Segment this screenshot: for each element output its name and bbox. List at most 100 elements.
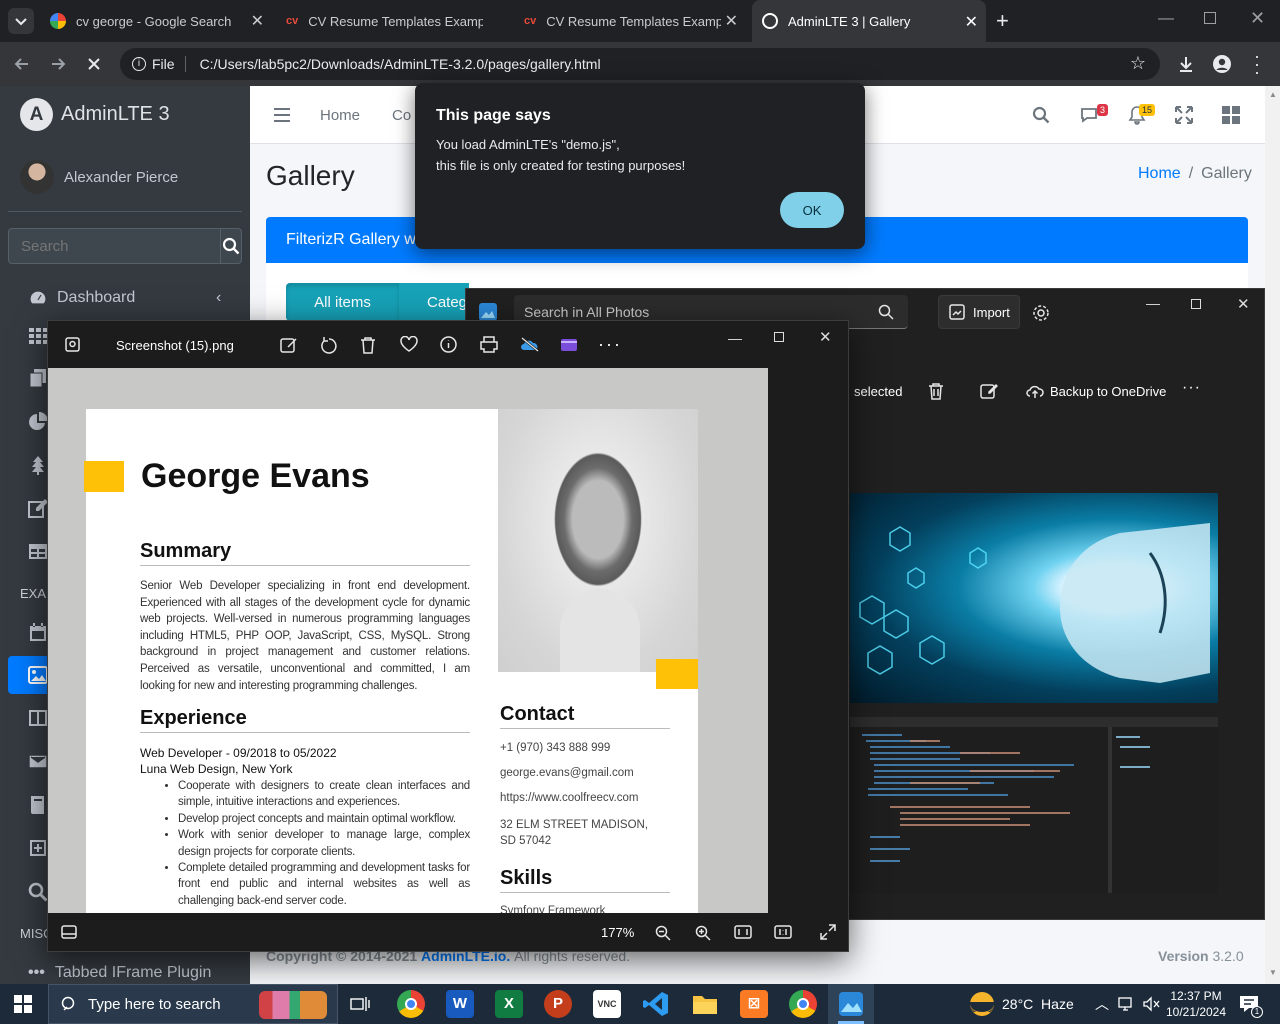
chevron-up-icon[interactable]: ︿ [1095,994,1109,1014]
calendar-icon[interactable] [28,622,48,642]
more-menu-icon[interactable]: · · · [1254,47,1260,81]
chrome-2-taskbar-icon[interactable] [789,990,817,1018]
actual-size-icon[interactable] [774,925,792,939]
edit-icon[interactable] [28,498,48,518]
zoom-out-icon[interactable] [655,925,671,941]
more-options-icon[interactable]: ··· [1182,379,1201,397]
taskbar-search-box[interactable]: Type here to search [48,984,338,1024]
address-bar[interactable]: i File C:/Users/lab5pc2/Downloads/AdminL… [120,48,1160,80]
edit-image-icon[interactable] [280,336,298,354]
back-arrow-icon[interactable] [12,54,32,74]
close-icon[interactable]: ✕ [725,11,738,31]
breadcrumb-home[interactable]: Home [1138,165,1181,183]
photos-minimize-button[interactable]: — [1146,295,1160,311]
image-canvas[interactable]: George Evans Summary Senior Web Develope… [48,368,768,913]
tab-search-button[interactable] [8,8,34,34]
plus-square-icon[interactable] [28,838,48,858]
delete-icon[interactable] [928,382,944,400]
stop-loading-icon[interactable] [84,54,104,74]
profile-icon[interactable] [1212,54,1232,74]
xampp-taskbar-icon[interactable]: ⊠ [740,990,768,1018]
word-taskbar-icon[interactable]: W [446,990,474,1018]
close-window-button[interactable]: ✕ [1250,8,1265,29]
nav-home-link[interactable]: Home [320,107,360,124]
task-view-icon[interactable] [350,995,370,1013]
weather-widget[interactable]: 28°C Haze [970,992,1074,1016]
info-icon[interactable] [440,336,457,353]
import-button[interactable]: Import [938,295,1020,329]
hamburger-menu-icon[interactable] [274,108,290,122]
restore-button[interactable] [1204,12,1216,24]
dialog-ok-button[interactable]: OK [780,192,844,228]
table-icon[interactable] [28,541,48,561]
sidebar-item-dashboard[interactable]: Dashboard ‹ [0,278,250,318]
user-name[interactable]: Alexander Pierce [64,169,178,186]
file-explorer-taskbar-icon[interactable] [691,990,719,1018]
filter-all-button[interactable]: All items [286,283,399,321]
vscode-taskbar-icon[interactable] [642,990,670,1018]
delete-icon[interactable] [360,336,376,354]
heart-icon[interactable] [400,336,418,352]
more-options-icon[interactable]: ··· [598,334,622,355]
chrome-taskbar-icon[interactable] [397,990,425,1018]
onedrive-icon[interactable] [520,336,540,353]
tab-cv-2[interactable]: cv CV Resume Templates Examples ✕ [514,6,746,36]
user-panel[interactable]: Alexander Pierce [20,160,178,194]
expand-arrows-icon[interactable] [1175,106,1193,124]
zoom-in-icon[interactable] [695,925,711,941]
sidebar-item-tabbed-iframe[interactable]: ••• Tabbed IFrame Plugin [28,964,211,982]
viewer-close-button[interactable]: ✕ [819,328,832,346]
gallery-icon[interactable] [65,337,80,352]
forward-arrow-icon[interactable] [48,54,68,74]
close-icon[interactable]: ✕ [965,12,978,32]
tab-google-search[interactable]: cv george - Google Search ✕ [40,6,272,36]
filmstrip-icon[interactable] [61,925,77,939]
page-scrollbar[interactable]: ▲ ▼ [1265,86,1280,984]
columns-icon[interactable] [28,708,48,728]
clipchamp-icon[interactable] [560,336,578,353]
chart-pie-icon[interactable] [28,412,48,432]
search-icon[interactable] [878,304,894,320]
print-icon[interactable] [480,336,498,353]
edit-image-icon[interactable] [980,382,998,400]
photos-maximize-button[interactable] [1191,299,1201,309]
copy-icon[interactable] [28,368,48,388]
vnc-taskbar-icon[interactable]: VNC [593,990,621,1018]
zoom-level[interactable]: 177% [601,925,634,940]
sidebar-search-button[interactable] [220,229,241,263]
tree-icon[interactable] [28,455,48,475]
address-url[interactable]: C:/Users/lab5pc2/Downloads/AdminLTE-3.2.… [200,56,601,72]
photo-thumbnail-code[interactable] [850,717,1218,893]
new-tab-button[interactable]: + [996,8,1009,34]
sidebar-search-input[interactable] [9,229,220,263]
photos-close-button[interactable]: ✕ [1237,295,1250,313]
book-icon[interactable] [28,795,48,815]
download-icon[interactable] [1176,54,1196,74]
th-icon[interactable] [28,326,48,346]
th-large-icon[interactable] [1222,106,1240,124]
speaker-muted-icon[interactable] [1142,996,1160,1012]
nav-contact-link[interactable]: Co [392,107,411,124]
close-icon[interactable]: ✕ [251,11,264,31]
backup-onedrive-button[interactable]: Backup to OneDrive [1026,382,1166,400]
tab-adminlte-gallery[interactable]: AdminLTE 3 | Gallery ✕ [752,0,986,42]
viewer-minimize-button[interactable]: — [728,330,742,346]
filter-category-button[interactable]: Categ [399,283,469,321]
photo-thumbnail-ai[interactable] [850,493,1218,703]
clock[interactable]: 12:37 PM 10/21/2024 [1164,988,1228,1020]
excel-taskbar-icon[interactable]: X [495,990,523,1018]
search-icon[interactable] [28,882,48,902]
brand-link[interactable]: A AdminLTE 3 [20,98,170,131]
windows-start-icon[interactable] [14,995,32,1013]
viewer-maximize-button[interactable] [774,332,784,342]
minimize-button[interactable]: — [1158,10,1174,28]
bookmark-star-icon[interactable]: ☆ [1130,53,1146,74]
network-icon[interactable] [1118,996,1136,1012]
full-screen-icon[interactable] [820,924,836,940]
settings-gear-icon[interactable] [1032,304,1050,322]
tab-cv-1[interactable]: cv CV Resume Templates Examples [276,6,508,36]
powerpoint-taskbar-icon[interactable]: P [544,990,572,1018]
search-icon[interactable] [1032,106,1050,124]
fit-to-window-icon[interactable] [734,925,752,939]
envelope-icon[interactable] [28,751,48,771]
